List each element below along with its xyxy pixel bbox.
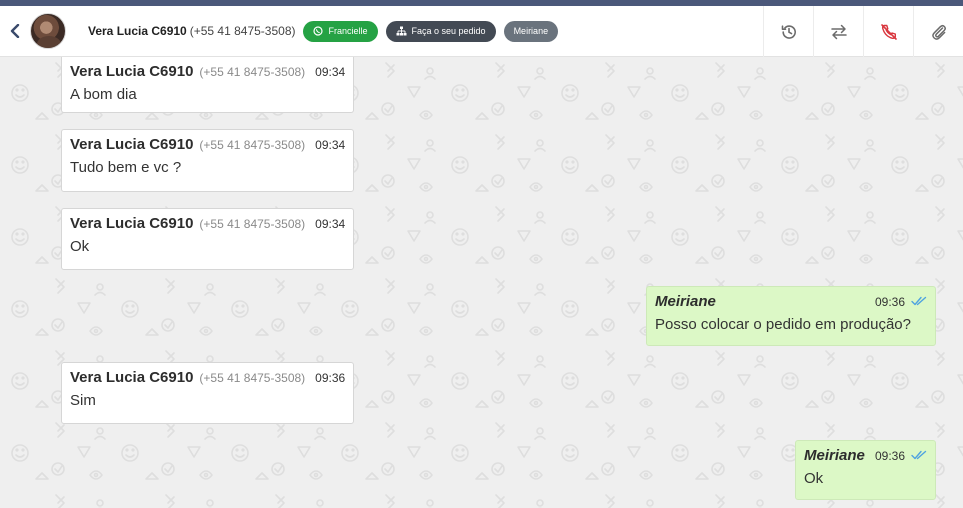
message-sender: Meiriane [655, 293, 716, 310]
message-header: Meiriane 09:36 [655, 293, 927, 310]
message-sender: Meiriane [804, 447, 865, 464]
history-button[interactable] [763, 6, 813, 57]
message-time: 09:36 [874, 449, 905, 463]
double-check-icon [911, 296, 927, 306]
message-text: Tudo bem e vc ? [70, 159, 182, 176]
tag-meiriane[interactable]: Meiriane [503, 20, 559, 42]
chat-area[interactable]: Vera Lucia C6910 (+55 41 8475-3508) 09:3… [0, 57, 963, 508]
org-chart-icon [396, 26, 406, 36]
tag-label: Francielle [328, 26, 368, 36]
tag-label: Faça o seu pedido [411, 26, 486, 36]
message-header: Vera Lucia C6910 (+55 41 8475-3508) 09:3… [70, 136, 345, 153]
message-time: 09:34 [315, 65, 346, 79]
message-bubble-outgoing[interactable]: Meiriane 09:36 Ok [795, 440, 936, 500]
message-text: Ok [804, 470, 824, 487]
end-call-button[interactable] [863, 6, 913, 57]
message-time: 09:34 [315, 217, 346, 231]
message-status [911, 296, 927, 306]
message-time: 09:34 [315, 138, 346, 152]
end-call-icon [880, 23, 897, 40]
message-phone: (+55 41 8475-3508) [199, 138, 306, 152]
tag-faca-o-seu-pedido[interactable]: Faça o seu pedido [385, 20, 496, 42]
back-button[interactable] [2, 6, 28, 57]
message-status [911, 450, 927, 460]
message-phone: (+55 41 8475-3508) [199, 65, 306, 79]
message-text: Posso colocar o pedido em produção? [655, 316, 911, 333]
message-text: Sim [70, 392, 96, 409]
contact-phone: (+55 41 8475-3508) [189, 24, 296, 38]
message-bubble-incoming[interactable]: Vera Lucia C6910 (+55 41 8475-3508) 09:3… [61, 129, 354, 192]
attach-button[interactable] [913, 6, 963, 57]
avatar[interactable] [30, 13, 66, 49]
message-sender: Vera Lucia C6910 [70, 215, 194, 232]
message-header: Vera Lucia C6910 (+55 41 8475-3508) 09:3… [70, 369, 345, 386]
message-header: Meiriane 09:36 [804, 447, 927, 464]
message-sender: Vera Lucia C6910 [70, 136, 194, 153]
message-text: Ok [70, 238, 90, 255]
message-header: Vera Lucia C6910 (+55 41 8475-3508) 09:3… [70, 215, 345, 232]
contact-name: Vera Lucia C6910 (+55 41 8475-3508) [88, 24, 295, 38]
contact-name-text: Vera Lucia C6910 [88, 24, 187, 38]
message-bubble-incoming[interactable]: Vera Lucia C6910 (+55 41 8475-3508) 09:3… [61, 362, 354, 424]
chevron-left-icon [10, 24, 20, 38]
transfer-button[interactable] [813, 6, 863, 57]
message-sender: Vera Lucia C6910 [70, 369, 194, 386]
history-icon [781, 24, 796, 39]
attach-icon [931, 24, 946, 40]
tag-francielle[interactable]: Francielle [303, 20, 378, 42]
message-bubble-incoming[interactable]: Vera Lucia C6910 (+55 41 8475-3508) 09:3… [61, 57, 354, 113]
message-time: 09:36 [874, 295, 905, 309]
message-bubble-outgoing[interactable]: Meiriane 09:36 Posso colocar o pedido em… [646, 286, 936, 346]
tag-label: Meiriane [513, 26, 549, 36]
message-phone: (+55 41 8475-3508) [199, 217, 306, 231]
double-check-icon [911, 450, 927, 460]
message-header: Vera Lucia C6910 (+55 41 8475-3508) 09:3… [70, 63, 345, 80]
transfer-icon [830, 24, 847, 39]
message-phone: (+55 41 8475-3508) [199, 371, 306, 385]
whatsapp-icon [313, 26, 324, 36]
chat-header: Vera Lucia C6910 (+55 41 8475-3508) Franc… [0, 6, 963, 57]
message-sender: Vera Lucia C6910 [70, 63, 194, 80]
message-bubble-incoming[interactable]: Vera Lucia C6910 (+55 41 8475-3508) 09:3… [61, 208, 354, 270]
message-text: A bom dia [70, 86, 137, 103]
header-actions [763, 6, 963, 57]
message-time: 09:36 [315, 371, 346, 385]
